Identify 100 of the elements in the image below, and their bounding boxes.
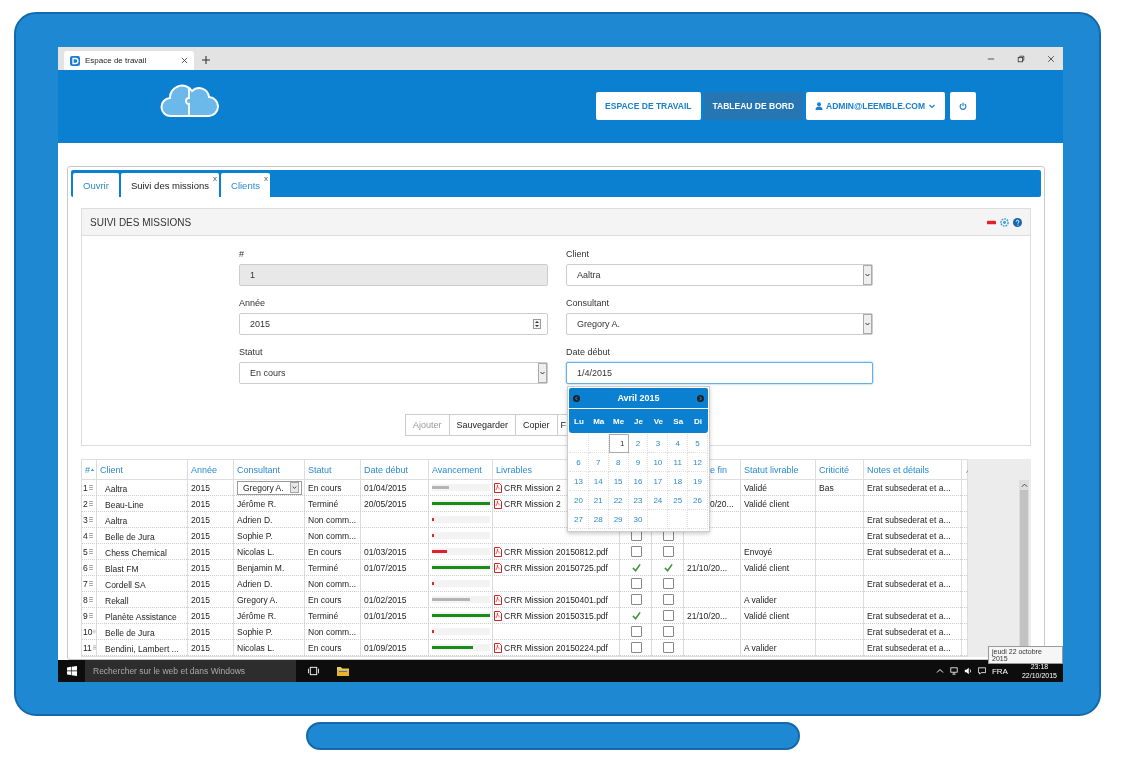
row-number: 4 bbox=[82, 528, 97, 543]
table-cell-text: Belle de Jura bbox=[104, 531, 156, 543]
table-cell-text: 2015 bbox=[190, 577, 211, 591]
number-field[interactable]: 2015 bbox=[239, 313, 548, 335]
calendar-day[interactable]: 30 bbox=[628, 510, 649, 529]
calendar-day[interactable]: 5 bbox=[688, 434, 708, 453]
dropdown-field[interactable]: En cours bbox=[239, 362, 548, 384]
table-cell-text: Beau-Line bbox=[104, 499, 145, 511]
table-cell: 21/10/20... bbox=[687, 562, 728, 573]
calendar-day[interactable]: 13 bbox=[569, 472, 589, 491]
calendar-day[interactable]: 7 bbox=[588, 453, 609, 472]
tab[interactable]: Ouvrir bbox=[73, 173, 119, 197]
tab-close-button[interactable]: x bbox=[264, 174, 269, 183]
column-header[interactable]: Consultant bbox=[234, 460, 305, 479]
table-cell-text: Planète Assistance bbox=[104, 611, 178, 623]
action-button[interactable]: Copier bbox=[515, 414, 558, 436]
table-cell-text: Adrien D. bbox=[236, 577, 274, 591]
calendar-day[interactable]: 3 bbox=[648, 434, 669, 453]
table-cell-text: Erat subsederat et a... bbox=[866, 641, 952, 655]
weekday-label: Me bbox=[612, 416, 626, 426]
weekday-label: Je bbox=[633, 416, 644, 426]
calendar-day[interactable]: 27 bbox=[569, 510, 589, 529]
nav-button[interactable]: TABLEAU DE BORD bbox=[703, 91, 804, 120]
table-cell-text: Aaltra bbox=[104, 515, 129, 527]
weekday-label: Ve bbox=[652, 416, 664, 426]
tab-close-button[interactable]: x bbox=[213, 174, 217, 183]
calendar-day[interactable]: 26 bbox=[688, 491, 708, 510]
row-number: 3 bbox=[82, 512, 97, 527]
calendar-day[interactable]: 17 bbox=[648, 472, 669, 491]
dropdown-field[interactable]: Aaltra bbox=[566, 264, 873, 286]
tab[interactable]: Suivi des missions x bbox=[120, 173, 219, 197]
calendar-day[interactable]: 12 bbox=[688, 453, 708, 472]
calendar-day[interactable]: 22 bbox=[608, 491, 629, 510]
column-header[interactable]: Criticité bbox=[816, 460, 864, 479]
table-cell-text: Sophie P. bbox=[236, 529, 274, 543]
date-field[interactable]: 1/4/2015 bbox=[566, 362, 873, 384]
browser-tab[interactable]: Espace de travail bbox=[64, 51, 194, 70]
dropdown-field[interactable]: Gregory A. bbox=[566, 313, 873, 335]
table-cell-text: 2015 bbox=[190, 609, 211, 623]
file-link[interactable]: CRR Mission 20150315.pdf bbox=[494, 610, 608, 621]
table-cell-text: Non comm... bbox=[307, 529, 358, 543]
calendar-day[interactable]: 4 bbox=[668, 434, 689, 453]
calendar-day[interactable]: 23 bbox=[628, 491, 649, 510]
table-cell-text: Erat subsederat et a... bbox=[866, 481, 952, 495]
calendar-day[interactable]: 9 bbox=[628, 453, 649, 472]
calendar-day[interactable]: 10 bbox=[648, 453, 669, 472]
column-header[interactable]: Année bbox=[188, 460, 234, 479]
nav-button[interactable]: ESPACE DE TRAVAIL bbox=[596, 91, 701, 120]
calendar-day[interactable]: 15 bbox=[608, 472, 629, 491]
table-cell-text: Adrien D. bbox=[236, 513, 274, 527]
file-link[interactable]: CRR Mission 20150224.pdf bbox=[494, 642, 608, 653]
action-button[interactable]: Sauvegarder bbox=[448, 414, 517, 436]
table-cell-text: Jérôme R. bbox=[236, 497, 278, 511]
calendar-day[interactable]: 21 bbox=[588, 491, 609, 510]
table-cell-text: 2015 bbox=[190, 561, 211, 575]
language-indicator[interactable]: FRA bbox=[991, 666, 1008, 676]
table-cell-text: Nicolas L. bbox=[236, 545, 276, 559]
table-cell-text: En cours bbox=[307, 481, 343, 495]
dropdown-field[interactable]: Gregory A. bbox=[237, 480, 302, 495]
calendar-day[interactable]: 14 bbox=[588, 472, 609, 491]
calendar-day[interactable]: 16 bbox=[628, 472, 649, 491]
column-header[interactable]: # bbox=[82, 460, 97, 479]
table-cell-text: 2015 bbox=[190, 593, 211, 607]
month-title[interactable]: Avril 2015 bbox=[580, 393, 697, 403]
table-cell-text: Erat subsederat et a... bbox=[866, 513, 952, 527]
calendar-day[interactable]: 20 bbox=[569, 491, 589, 510]
file-link[interactable]: CRR Mission 20150401.pdf bbox=[494, 594, 608, 605]
calendar-day[interactable]: 11 bbox=[668, 453, 689, 472]
calendar-day[interactable]: 18 bbox=[668, 472, 689, 491]
calendar-day[interactable]: 6 bbox=[569, 453, 589, 472]
search-field[interactable]: Rechercher sur le web et dans Windows bbox=[85, 660, 296, 682]
calendar-day[interactable]: 29 bbox=[608, 510, 629, 529]
column-header[interactable]: Statut livrable bbox=[741, 460, 816, 479]
calendar-day[interactable]: 24 bbox=[648, 491, 669, 510]
calendar-day[interactable]: 8 bbox=[608, 453, 629, 472]
table-cell-text: A valider bbox=[743, 593, 778, 607]
weekday-label: Ma bbox=[592, 416, 606, 426]
table-cell-text: A valider bbox=[743, 641, 778, 655]
table-cell-text: Erat subsederat et a... bbox=[866, 609, 952, 623]
file-link[interactable]: CRR Mission 2 bbox=[494, 498, 561, 509]
calendar-day[interactable]: 19 bbox=[688, 472, 708, 491]
calendar-day[interactable]: 2 bbox=[628, 434, 649, 453]
column-header[interactable]: Avancement bbox=[429, 460, 493, 479]
file-link[interactable]: CRR Mission 20150812.pdf bbox=[494, 546, 608, 557]
calendar-day[interactable]: 25 bbox=[668, 491, 689, 510]
file-link[interactable]: CRR Mission 2 bbox=[494, 482, 561, 493]
table-cell-text: Chess Chemical bbox=[104, 547, 168, 559]
column-header[interactable]: Date début bbox=[361, 460, 429, 479]
tab[interactable]: Clients x bbox=[221, 173, 271, 197]
input-field[interactable]: 1 bbox=[239, 264, 548, 286]
table-cell-text: En cours bbox=[307, 545, 343, 559]
column-header[interactable]: Client bbox=[97, 460, 188, 479]
calendar-day[interactable]: 28 bbox=[588, 510, 609, 529]
table-cell-text: Blast FM bbox=[104, 563, 140, 575]
column-header[interactable]: Statut bbox=[305, 460, 361, 479]
file-link[interactable]: CRR Mission 20150725.pdf bbox=[494, 562, 608, 573]
user-menu-button[interactable]: ADMIN@LEEMBLE.COM bbox=[806, 91, 945, 120]
calendar-day[interactable]: 1 bbox=[608, 434, 629, 453]
column-header[interactable]: Notes et détails bbox=[864, 460, 962, 479]
weekday-label: Di bbox=[693, 416, 704, 426]
